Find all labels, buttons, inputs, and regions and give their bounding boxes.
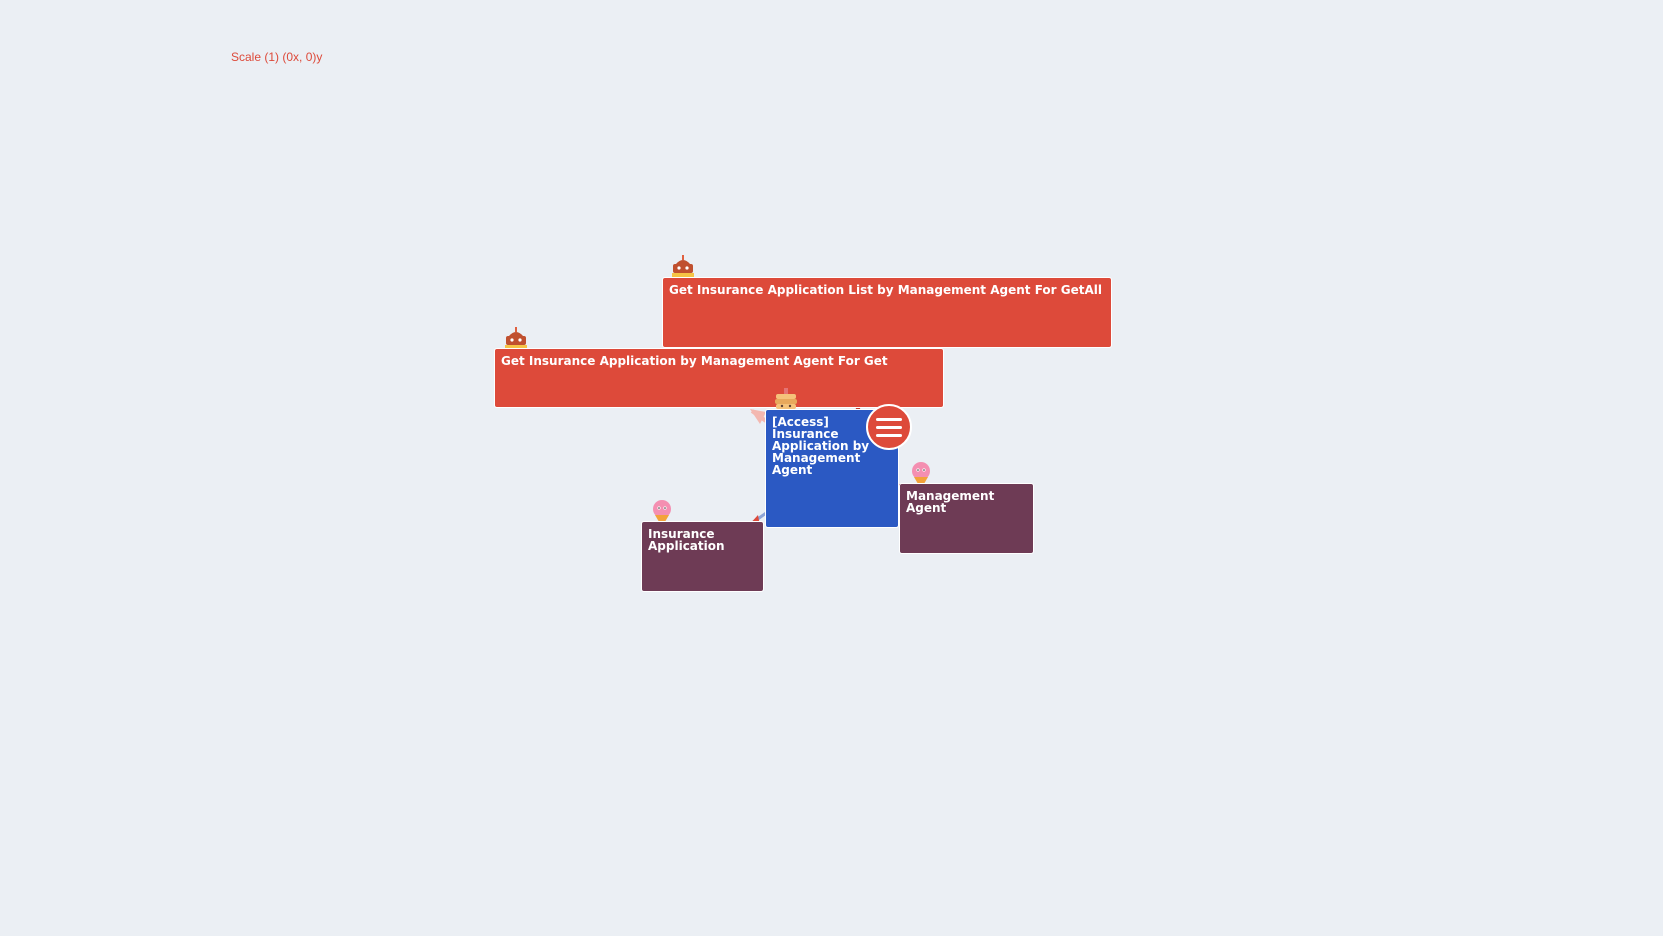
menu-bar-middle (876, 425, 902, 429)
node-get-query[interactable]: Get Insurance Application by Management … (494, 348, 944, 408)
node-getall-label: Get Insurance Application List by Manage… (669, 283, 1102, 297)
node-insurance-application-label: Insurance Application (648, 527, 725, 553)
link-get-arrowhead (750, 409, 766, 424)
link-get-to-access (750, 409, 768, 423)
node-management-agent[interactable]: Management Agent (899, 483, 1034, 554)
node-insurance-application[interactable]: Insurance Application (641, 521, 764, 592)
menu-bar-top (876, 417, 902, 421)
hamburger-menu-icon[interactable] (866, 404, 912, 450)
node-getall-query[interactable]: Get Insurance Application List by Manage… (662, 277, 1112, 348)
node-get-label: Get Insurance Application by Management … (501, 354, 888, 368)
node-management-agent-label: Management Agent (906, 489, 995, 515)
scale-readout: Scale (1) (0x, 0)y (231, 50, 323, 64)
menu-bar-bottom (876, 433, 902, 437)
